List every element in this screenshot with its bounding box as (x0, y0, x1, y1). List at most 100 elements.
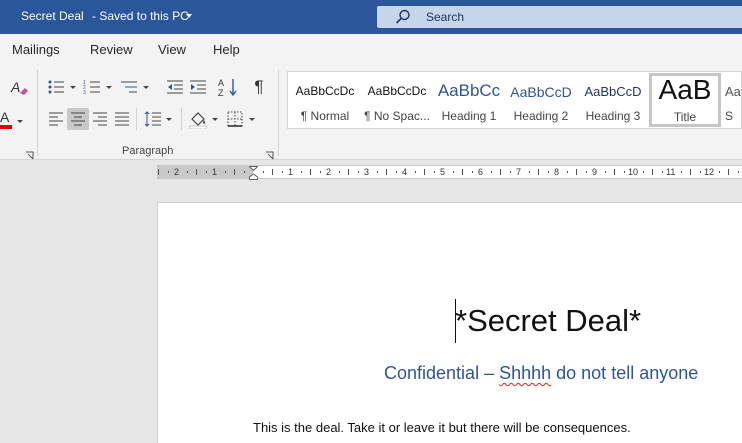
line-spacing-dropdown[interactable] (166, 118, 172, 121)
multilevel-list-dropdown[interactable] (143, 86, 149, 89)
ruler-tick (528, 171, 530, 173)
decrease-indent-button[interactable] (164, 77, 186, 97)
ruler-tick (566, 171, 568, 173)
font-color-button[interactable]: A (0, 108, 14, 130)
misspelled-word[interactable]: Shhhh (499, 363, 551, 383)
ribbon: A A 1 2 3 A Z ¶ Paragraph AaBbCcDc ¶ Nor… (0, 64, 742, 160)
line-spacing-icon (144, 111, 161, 127)
align-right-icon (93, 112, 107, 126)
ruler-tick (395, 171, 397, 173)
decrease-indent-icon (167, 80, 183, 94)
document-name: Secret Deal (21, 9, 84, 23)
increase-indent-button[interactable] (187, 77, 209, 97)
ruler-tick (538, 169, 539, 175)
clear-formatting-button[interactable]: A (9, 78, 29, 98)
ruler-tick (490, 171, 492, 173)
ruler-tick (186, 171, 188, 173)
bullet-list-icon (48, 80, 64, 94)
align-right-button[interactable] (89, 108, 111, 130)
svg-text:Z: Z (218, 88, 224, 97)
ruler-number: 3 (364, 167, 370, 177)
svg-text:3: 3 (83, 90, 86, 95)
style-no-spacing[interactable]: AaBbCcDc ¶ No Spac... (361, 72, 433, 128)
chevron-down-icon[interactable] (186, 14, 192, 18)
ruler-tick (509, 171, 511, 173)
borders-dropdown[interactable] (249, 118, 255, 121)
paragraph-dialog-launcher[interactable] (265, 147, 274, 160)
ruler-tick (300, 171, 302, 173)
document-heading[interactable]: *Secret Deal* (455, 303, 641, 339)
justify-button[interactable] (111, 108, 133, 130)
bullets-dropdown[interactable] (70, 86, 76, 89)
ruler-tick (167, 171, 169, 173)
ruler-tick (310, 169, 311, 175)
ruler-tick (262, 171, 264, 173)
dialog-launcher-icon (26, 151, 34, 160)
shading-button[interactable] (187, 108, 209, 130)
ribbon-tabs: Mailings Review View Help (0, 34, 742, 64)
ruler-tick (386, 169, 387, 175)
ruler-tick (585, 171, 587, 173)
style-normal[interactable]: AaBbCcDc ¶ Normal (289, 72, 361, 128)
style-heading-3[interactable]: AaBbCcD Heading 3 (577, 72, 649, 128)
ruler-area: 2 1 1 2 3 4 5 6 7 8 9 10 11 12 (0, 160, 742, 184)
ruler-tick (728, 169, 729, 175)
numbering-dropdown[interactable] (106, 86, 112, 89)
sort-az-icon: A Z (218, 78, 237, 97)
ruler-tick (690, 169, 691, 175)
align-center-button[interactable] (67, 108, 89, 130)
ruler-number: 2 (174, 167, 180, 177)
ruler-tick (623, 171, 625, 173)
tab-mailings[interactable]: Mailings (12, 42, 60, 57)
document-page[interactable]: *Secret Deal* Confidential – Shhhh do no… (157, 202, 742, 443)
document-subtitle[interactable]: Confidential – Shhhh do not tell anyone (384, 363, 698, 384)
ruler-tick (348, 169, 349, 175)
increase-indent-icon (190, 80, 206, 94)
ruler-tick (281, 171, 283, 173)
ruler-tick (272, 169, 273, 175)
ruler-number: 7 (516, 167, 522, 177)
ruler-tick (547, 171, 549, 173)
indent-marker-icon[interactable] (249, 166, 258, 180)
ruler-tick (718, 171, 720, 173)
document-title[interactable]: Secret Deal - Saved to this PC (21, 9, 189, 23)
svg-text:A: A (10, 79, 20, 95)
ruler-number: 9 (592, 167, 598, 177)
ruler-tick (500, 169, 501, 175)
style-heading-2[interactable]: AaBbCcD Heading 2 (505, 72, 577, 128)
shading-dropdown[interactable] (212, 118, 218, 121)
style-subtitle[interactable]: Aa S (721, 72, 742, 128)
numbering-button[interactable]: 1 2 3 (81, 77, 103, 97)
ruler-tick (661, 171, 663, 173)
ruler-number: 12 (704, 167, 715, 177)
borders-button[interactable] (224, 108, 246, 130)
ruler-tick (243, 171, 245, 173)
font-color-dropdown[interactable] (17, 120, 23, 123)
ruler-number: 4 (402, 167, 408, 177)
tab-view[interactable]: View (158, 42, 186, 57)
font-dialog-launcher[interactable] (25, 147, 34, 160)
body-paragraph[interactable]: This is the deal. Take it or leave it bu… (253, 420, 631, 435)
ruler-number: 10 (628, 167, 639, 177)
style-heading-1[interactable]: AaBbCc Heading 1 (433, 72, 505, 128)
show-formatting-marks-button[interactable]: ¶ (249, 76, 269, 98)
tab-review[interactable]: Review (90, 42, 133, 57)
align-left-button[interactable] (45, 108, 67, 130)
subtitle-text-end: do not tell anyone (551, 363, 699, 383)
line-spacing-button[interactable] (142, 108, 164, 130)
align-center-icon (71, 112, 85, 126)
search-box[interactable]: Search (377, 6, 742, 28)
clear-formatting-icon: A (10, 79, 28, 95)
style-title[interactable]: AaB Title (649, 73, 721, 127)
bullets-button[interactable] (45, 77, 67, 97)
horizontal-ruler[interactable]: 2 1 1 2 3 4 5 6 7 8 9 10 11 12 (157, 165, 742, 180)
ruler-tick (319, 171, 321, 173)
ruler-number: 2 (326, 167, 332, 177)
tab-help[interactable]: Help (213, 42, 240, 57)
multilevel-list-button[interactable] (118, 77, 140, 97)
borders-icon (227, 111, 243, 127)
numbered-list-icon: 1 2 3 (83, 80, 100, 95)
multilevel-list-icon (121, 81, 137, 93)
subtitle-text: Confidential – (384, 363, 500, 383)
sort-button[interactable]: A Z (217, 76, 239, 98)
